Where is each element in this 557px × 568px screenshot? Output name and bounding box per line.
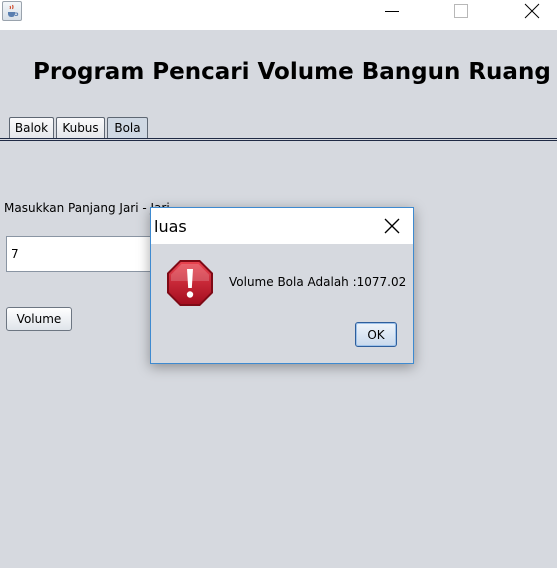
close-button[interactable] bbox=[509, 0, 555, 30]
radius-input[interactable] bbox=[6, 236, 166, 272]
dialog-message: Volume Bola Adalah :1077.02 bbox=[229, 275, 407, 289]
maximize-button[interactable] bbox=[438, 0, 484, 30]
dialog-titlebar: luas bbox=[151, 208, 413, 244]
tab-balok[interactable]: Balok bbox=[9, 117, 54, 139]
close-icon bbox=[384, 218, 400, 234]
tab-divider bbox=[0, 138, 557, 141]
radius-label: Masukkan Panjang Jari - Jari bbox=[4, 201, 170, 215]
maximize-icon bbox=[454, 4, 468, 18]
error-icon bbox=[167, 260, 213, 306]
window-titlebar bbox=[0, 0, 557, 30]
ok-button[interactable]: OK bbox=[355, 322, 397, 347]
page-title: Program Pencari Volume Bangun Ruang bbox=[33, 59, 551, 85]
tab-kubus[interactable]: Kubus bbox=[56, 117, 105, 139]
close-icon bbox=[524, 3, 540, 19]
volume-button[interactable]: Volume bbox=[6, 307, 72, 331]
dialog-close-button[interactable] bbox=[369, 208, 413, 244]
message-dialog: luas Volume Bola Adalah :1077.02 OK bbox=[150, 207, 414, 364]
tab-bola[interactable]: Bola bbox=[107, 117, 148, 139]
java-coffee-cup-icon[interactable] bbox=[2, 1, 22, 21]
minimize-button[interactable] bbox=[369, 0, 415, 30]
minimize-icon bbox=[385, 11, 399, 12]
dialog-title: luas bbox=[154, 217, 187, 236]
